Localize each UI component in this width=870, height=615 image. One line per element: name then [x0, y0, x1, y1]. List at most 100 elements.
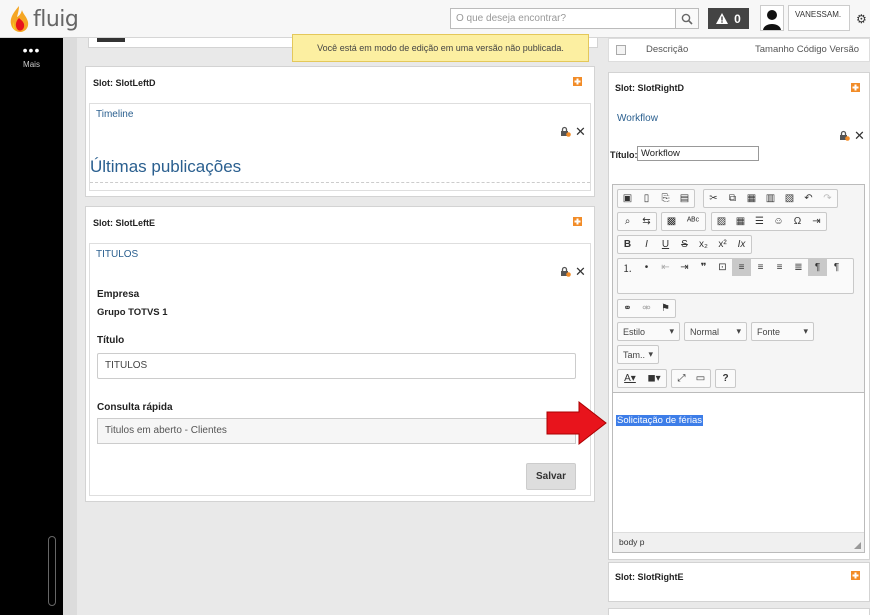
add-widget-icon[interactable]: [850, 82, 861, 93]
more-label[interactable]: Mais: [0, 60, 63, 69]
find-icon[interactable]: ⌕: [618, 213, 637, 230]
font-combo[interactable]: Fonte ▾: [751, 322, 814, 341]
resize-grip-icon[interactable]: [854, 542, 861, 549]
underline-icon[interactable]: U: [656, 236, 675, 253]
subscript-icon[interactable]: x₂: [694, 236, 713, 253]
title-field-label: Título:: [610, 150, 638, 160]
paste-word-icon[interactable]: ▧: [780, 190, 799, 207]
font-combo-label: Fonte: [757, 326, 781, 337]
save-icon[interactable]: ▣: [618, 190, 637, 207]
undo-icon[interactable]: ↶: [799, 190, 818, 207]
spellcheck-icon[interactable]: ᴬᴮᶜ: [681, 213, 705, 230]
anchor-flag-icon[interactable]: ⚑: [656, 300, 675, 317]
help-icon[interactable]: ?: [716, 370, 735, 387]
new-page-icon[interactable]: ▯: [637, 190, 656, 207]
special-char-icon[interactable]: Ω: [788, 213, 807, 230]
avatar[interactable]: [760, 5, 784, 31]
close-icon[interactable]: ✕: [575, 125, 586, 138]
italic-icon[interactable]: I: [637, 236, 656, 253]
link-icon[interactable]: ⚭: [618, 300, 637, 317]
more-dots-icon[interactable]: •••: [0, 43, 63, 57]
outdent-icon[interactable]: ⇤: [656, 259, 675, 276]
replace-icon[interactable]: ⇆: [637, 213, 656, 230]
columns-label[interactable]: Tamanho Código Versão: [755, 44, 859, 55]
sidebar-scrollbar[interactable]: [48, 536, 56, 606]
gear-icon[interactable]: ⚙: [856, 12, 867, 26]
add-widget-icon[interactable]: [850, 570, 861, 581]
editor-content[interactable]: Solicitação de férias: [613, 393, 864, 533]
templates-icon[interactable]: ▤: [675, 190, 694, 207]
page-break-icon[interactable]: ⇥: [807, 213, 826, 230]
cut-icon[interactable]: ✂: [704, 190, 723, 207]
text-color-icon[interactable]: A▾: [618, 370, 642, 387]
unlink-icon[interactable]: ⚮: [637, 300, 656, 317]
maximize-icon[interactable]: ⤢: [672, 370, 691, 387]
indent-icon[interactable]: ⇥: [675, 259, 694, 276]
titulo-input[interactable]: TITULOS: [97, 353, 576, 379]
format-combo[interactable]: Normal ▾: [684, 322, 747, 341]
preview-icon[interactable]: ⎘: [656, 190, 675, 207]
select-all-icon[interactable]: ▩: [662, 213, 681, 230]
left-sidebar: ••• Mais: [0, 38, 63, 615]
align-center-icon[interactable]: ≡: [751, 259, 770, 276]
table-icon[interactable]: ▦: [731, 213, 750, 230]
numbered-list-icon[interactable]: ⒈: [618, 259, 637, 276]
selected-text[interactable]: Solicitação de férias: [616, 415, 704, 426]
paste-text-icon[interactable]: ▥: [761, 190, 780, 207]
lock-settings-icon[interactable]: [560, 266, 571, 277]
strike-icon[interactable]: S: [675, 236, 694, 253]
size-combo[interactable]: Tam.. ▾: [617, 345, 659, 364]
justify-icon[interactable]: ≣: [789, 259, 808, 276]
text-direction-rtl-icon[interactable]: ¶: [827, 259, 846, 276]
flame-icon: [10, 6, 29, 32]
add-widget-icon[interactable]: [572, 76, 583, 87]
style-combo[interactable]: Estilo ▾: [617, 322, 680, 341]
copy-icon[interactable]: ⧉: [723, 190, 742, 207]
lock-settings-icon[interactable]: [839, 130, 850, 141]
logo-text: fluig: [33, 6, 79, 32]
div-container-icon[interactable]: ⊡: [713, 259, 732, 276]
consulta-label: Consulta rápida: [97, 402, 173, 413]
align-right-icon[interactable]: ≡: [770, 259, 789, 276]
bold-icon[interactable]: B: [618, 236, 637, 253]
blockquote-icon[interactable]: ❞: [694, 259, 713, 276]
title-field-input[interactable]: Workflow: [637, 146, 759, 161]
red-arrow-icon: [546, 400, 607, 446]
add-widget-icon[interactable]: [572, 216, 583, 227]
align-left-icon[interactable]: ≡: [732, 259, 751, 276]
bullet-list-icon[interactable]: •: [637, 259, 656, 276]
notifications-button[interactable]: 0: [708, 8, 749, 29]
lock-settings-icon[interactable]: [560, 126, 571, 137]
bg-color-icon[interactable]: ◼▾: [642, 370, 666, 387]
desc-column-label[interactable]: Descrição: [646, 44, 688, 55]
superscript-icon[interactable]: x²: [713, 236, 732, 253]
user-name[interactable]: VANESSAM.: [788, 5, 850, 31]
search-button[interactable]: [675, 8, 699, 29]
titulos-widget: TITULOS ✕ Empresa Grupo TOTVS 1 Título T…: [89, 243, 591, 496]
chevron-down-icon: ▾: [648, 349, 653, 359]
search-input[interactable]: O que deseja encontrar?: [450, 8, 676, 29]
paste-icon[interactable]: ▦: [742, 190, 761, 207]
consulta-select[interactable]: Titulos em aberto - Clientes: [97, 418, 576, 444]
remove-format-icon[interactable]: Ix: [732, 236, 751, 253]
redo-icon[interactable]: ↷: [818, 190, 837, 207]
next-slot-edge: [608, 608, 870, 615]
save-button[interactable]: Salvar: [526, 463, 576, 490]
smiley-icon[interactable]: ☺: [769, 213, 788, 230]
text-direction-ltr-icon[interactable]: ¶: [808, 259, 827, 276]
widget-tools: ✕: [560, 125, 586, 138]
insert-tools: ▨ ▦ ☰ ☺ Ω ⇥: [711, 212, 827, 231]
close-icon[interactable]: ✕: [575, 265, 586, 278]
previous-panel-bar: [97, 38, 125, 42]
widget-title[interactable]: Timeline: [96, 109, 133, 120]
close-icon[interactable]: ✕: [854, 129, 865, 142]
horizontal-line-icon[interactable]: ☰: [750, 213, 769, 230]
widget-title[interactable]: TITULOS: [96, 249, 138, 260]
slot-left-e: Slot: SlotLeftE TITULOS ✕ Empresa Grupo …: [85, 206, 595, 502]
image-icon[interactable]: ▨: [712, 213, 731, 230]
element-path[interactable]: body p: [619, 537, 645, 547]
select-all-checkbox[interactable]: [616, 45, 626, 55]
show-blocks-icon[interactable]: ▭: [691, 370, 710, 387]
fluig-logo[interactable]: fluig: [8, 4, 79, 34]
widget-title[interactable]: Workflow: [617, 113, 658, 124]
